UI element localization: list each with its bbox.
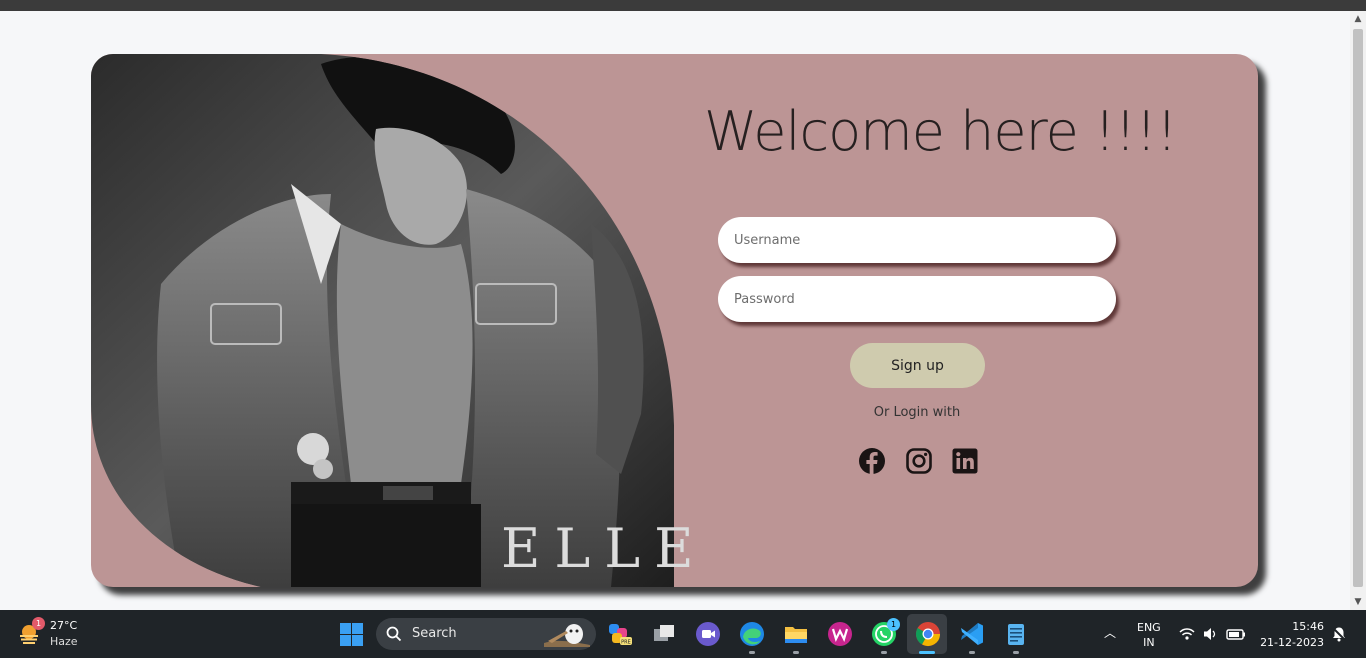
- language-code: ENG: [1137, 621, 1161, 634]
- vscode-running-dot: [969, 651, 975, 654]
- login-card: ELLE Welcome here !!!! Sign up Or Login …: [91, 54, 1258, 587]
- password-input[interactable]: [718, 276, 1116, 322]
- notepad-icon[interactable]: [1002, 620, 1030, 648]
- or-login-label: Or Login with: [873, 405, 961, 420]
- windows-start-icon[interactable]: [340, 623, 363, 646]
- scroll-down-arrow-icon[interactable]: ▼: [1350, 594, 1366, 610]
- linkedin-icon[interactable]: [951, 447, 979, 475]
- vscode-icon[interactable]: [958, 620, 986, 648]
- file-explorer-running-dot: [793, 651, 799, 654]
- chrome-icon[interactable]: [914, 620, 942, 648]
- page-scrollbar[interactable]: ▲ ▼: [1350, 11, 1366, 610]
- chrome-running-indicator: [919, 651, 935, 654]
- signup-button[interactable]: Sign up: [850, 343, 985, 388]
- notepad-running-dot: [1013, 651, 1019, 654]
- whatsapp-badge: 1: [887, 618, 900, 631]
- page-title: Welcome here !!!!: [704, 100, 1178, 163]
- clock-time: 15:46: [1292, 620, 1324, 633]
- whatsapp-running-dot: [881, 651, 887, 654]
- weather-condition[interactable]: Haze: [50, 635, 78, 648]
- volume-icon[interactable]: [1204, 628, 1216, 640]
- weather-temperature[interactable]: 27°C: [50, 619, 77, 632]
- language-indicator[interactable]: ENG IN: [1137, 620, 1161, 650]
- facebook-icon[interactable]: [858, 447, 886, 475]
- copilot-icon[interactable]: PRE: [606, 620, 634, 648]
- battery-icon[interactable]: [1226, 629, 1245, 640]
- system-tray[interactable]: [1178, 626, 1248, 646]
- search-icon: [386, 626, 402, 642]
- tray-chevron-up-icon[interactable]: ︿: [1104, 624, 1116, 641]
- search-label: Search: [412, 626, 457, 641]
- taskbar: 1 27°C Haze Search PRE 1 ︿ ENG IN 15:46 …: [0, 610, 1366, 658]
- system-clock[interactable]: 15:46 21-12-2023: [1258, 619, 1324, 651]
- owl-highlight-icon: [544, 624, 590, 647]
- weather-badge: 1: [32, 617, 45, 630]
- notification-bell-icon[interactable]: [1331, 626, 1347, 642]
- taskbar-search[interactable]: Search: [376, 618, 596, 650]
- wps-icon[interactable]: [826, 620, 854, 648]
- watermark: ELLE: [501, 517, 708, 580]
- scroll-up-arrow-icon[interactable]: ▲: [1350, 11, 1366, 27]
- task-view-icon[interactable]: [650, 620, 678, 648]
- file-explorer-icon[interactable]: [782, 620, 810, 648]
- username-input[interactable]: [718, 217, 1116, 263]
- language-region: IN: [1143, 636, 1155, 649]
- clock-date: 21-12-2023: [1260, 636, 1324, 649]
- scroll-thumb[interactable]: [1353, 29, 1363, 587]
- wifi-icon[interactable]: [1179, 628, 1195, 640]
- instagram-icon[interactable]: [905, 447, 933, 475]
- browser-top-strip: [0, 0, 1366, 11]
- edge-icon[interactable]: [738, 620, 766, 648]
- hero-photo: ELLE: [91, 54, 694, 587]
- svg-text:PRE: PRE: [621, 640, 631, 646]
- meet-icon[interactable]: [694, 620, 722, 648]
- edge-running-dot: [749, 651, 755, 654]
